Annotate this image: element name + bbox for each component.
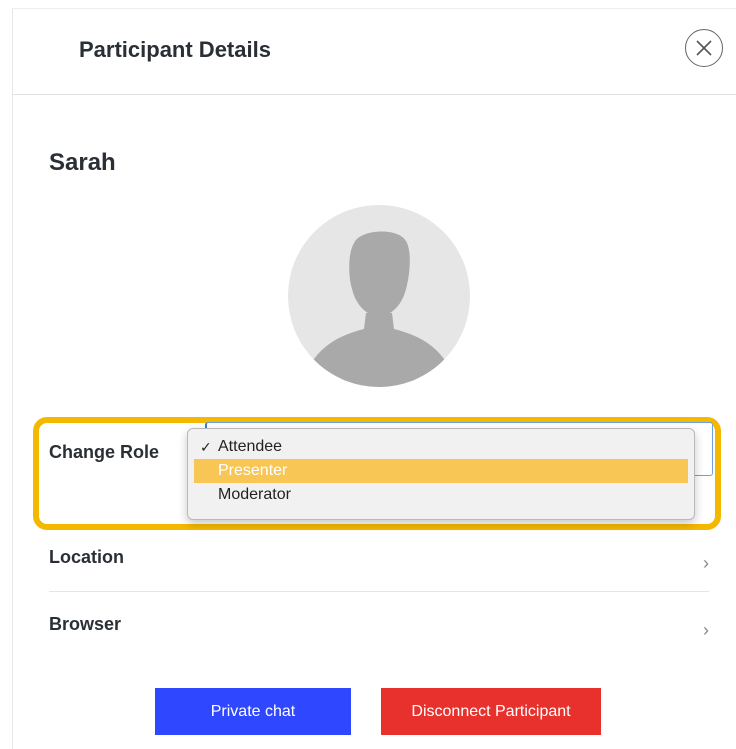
role-dropdown-menu: ✓ Attendee Presenter Moderator [187,428,695,520]
panel-title: Participant Details [79,37,271,62]
role-option-label: Attendee [218,438,283,455]
location-label: Location [49,547,124,567]
avatar [288,205,470,387]
role-option-label: Moderator [218,486,291,503]
change-role-label: Change Role [49,442,160,462]
user-silhouette-icon [310,231,448,387]
participant-details-panel: Participant Details Sarah Change Role ✓ … [12,8,736,749]
close-button[interactable] [685,29,723,67]
role-option-presenter[interactable]: Presenter [194,459,688,483]
browser-row[interactable]: Browser › [49,604,709,648]
role-option-moderator[interactable]: Moderator [188,483,694,507]
role-option-label: Presenter [218,462,288,479]
disconnect-participant-button[interactable]: Disconnect Participant [381,688,601,735]
participant-name: Sarah [49,149,116,176]
divider [49,591,709,592]
checkmark-icon: ✓ [200,439,212,455]
chevron-right-icon: › [703,553,709,573]
role-option-attendee[interactable]: ✓ Attendee [188,435,694,459]
close-icon [696,40,712,56]
browser-label: Browser [49,614,122,634]
location-row[interactable]: Location › [49,537,709,581]
chevron-right-icon: › [703,620,709,640]
private-chat-button[interactable]: Private chat [155,688,351,735]
panel-header: Participant Details [13,9,736,95]
